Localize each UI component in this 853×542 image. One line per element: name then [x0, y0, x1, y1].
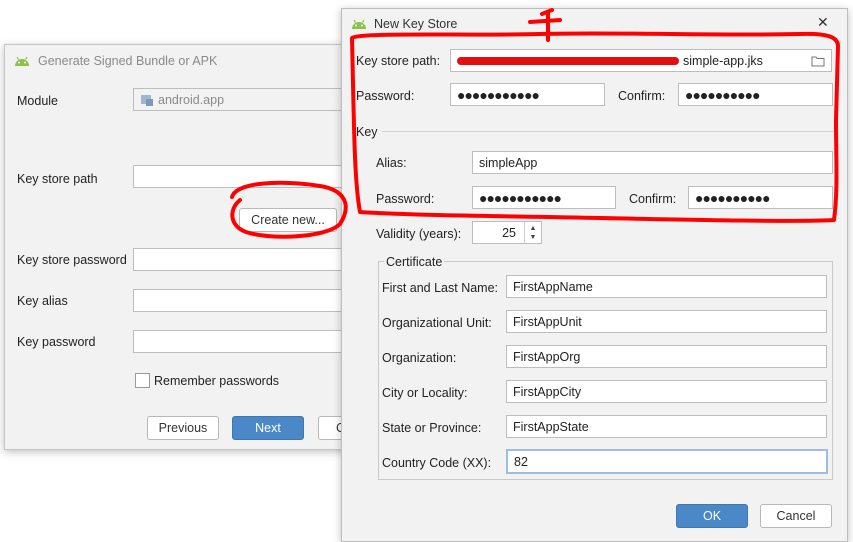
key-store-password-input[interactable] [133, 248, 355, 271]
key-alias-label: Key alias [17, 294, 68, 308]
cert-name-label: First and Last Name: [382, 281, 499, 295]
cert-org-input[interactable]: FirstAppOrg [506, 345, 827, 368]
cert-unit-input[interactable]: FirstAppUnit [506, 310, 827, 333]
certificate-label: Certificate [384, 255, 445, 269]
ks-confirm-label: Confirm: [618, 89, 666, 103]
key-store-path-input[interactable] [133, 165, 355, 188]
remember-label: Remember passwords [154, 374, 280, 388]
key-password-input[interactable]: ●●●●●●●●●●● [472, 186, 616, 209]
folder-icon[interactable] [811, 55, 825, 67]
new-key-store-titlebar: New Key Store [342, 11, 847, 37]
cert-country-input[interactable]: 82 [506, 449, 828, 474]
new-key-store-dialog: New Key Store ✕ Key store path: simple-a… [341, 8, 848, 542]
spinner-down-icon[interactable]: ▼ [530, 233, 537, 242]
module-icon [141, 94, 153, 106]
ok-button[interactable]: OK [676, 504, 748, 528]
redacted-path-scribble [457, 56, 679, 65]
previous-button[interactable]: Previous [147, 416, 219, 440]
next-button[interactable]: Next [232, 416, 304, 440]
ks-password-input[interactable]: ●●●●●●●●●●● [450, 83, 605, 106]
cert-name-input[interactable]: FirstAppName [506, 275, 827, 298]
generate-signed-title: Generate Signed Bundle or APK [38, 54, 218, 68]
cert-state-input[interactable]: FirstAppState [506, 415, 827, 438]
generate-signed-titlebar: Generate Signed Bundle or APK [5, 47, 355, 75]
cert-country-label: Country Code (XX): [382, 456, 492, 470]
ks-path-input[interactable]: simple-app.jks [450, 49, 832, 72]
key-password-label: Password: [376, 192, 435, 206]
module-value: android.app [158, 92, 225, 107]
cert-state-label: State or Province: [382, 421, 482, 435]
key-confirm-label: Confirm: [629, 192, 677, 206]
validity-label: Validity (years): [376, 227, 462, 241]
alias-input[interactable]: simpleApp [472, 151, 833, 174]
android-icon [15, 56, 29, 66]
key-confirm-input[interactable]: ●●●●●●●●●● [688, 186, 833, 209]
key-store-password-label: Key store password [17, 253, 127, 267]
ks-password-label: Password: [356, 89, 415, 103]
cancel-button[interactable]: Cancel [760, 504, 832, 528]
validity-value: 25 [502, 225, 516, 240]
alias-label: Alias: [376, 156, 407, 170]
cert-org-label: Organization: [382, 351, 457, 365]
key-alias-input[interactable] [133, 289, 355, 312]
cert-unit-label: Organizational Unit: [382, 316, 492, 330]
ks-path-label: Key store path: [356, 54, 441, 68]
spinner-up-icon[interactable]: ▲ [530, 224, 537, 233]
close-icon[interactable]: ✕ [817, 14, 829, 31]
key-store-path-label: Key store path [17, 172, 98, 186]
remember-checkbox[interactable] [135, 373, 150, 388]
key-password-input[interactable] [133, 330, 355, 353]
key-password-label: Key password [17, 335, 96, 349]
create-new-button[interactable]: Create new... [239, 208, 337, 232]
ks-confirm-input[interactable]: ●●●●●●●●●● [678, 83, 833, 106]
key-section-divider [382, 131, 834, 132]
key-section-label: Key [356, 125, 378, 139]
cert-city-label: City or Locality: [382, 386, 468, 400]
ks-path-value: simple-app.jks [683, 53, 763, 68]
module-select[interactable]: android.app [133, 88, 355, 111]
android-icon [352, 19, 366, 29]
cert-city-input[interactable]: FirstAppCity [506, 380, 827, 403]
new-key-store-title: New Key Store [374, 17, 458, 31]
module-label: Module [17, 94, 58, 108]
validity-arrows: ▲ ▼ [524, 222, 541, 243]
validity-spinner[interactable]: 25 ▲ ▼ [472, 221, 542, 244]
generate-signed-dialog: Generate Signed Bundle or APK Module and… [4, 44, 378, 450]
